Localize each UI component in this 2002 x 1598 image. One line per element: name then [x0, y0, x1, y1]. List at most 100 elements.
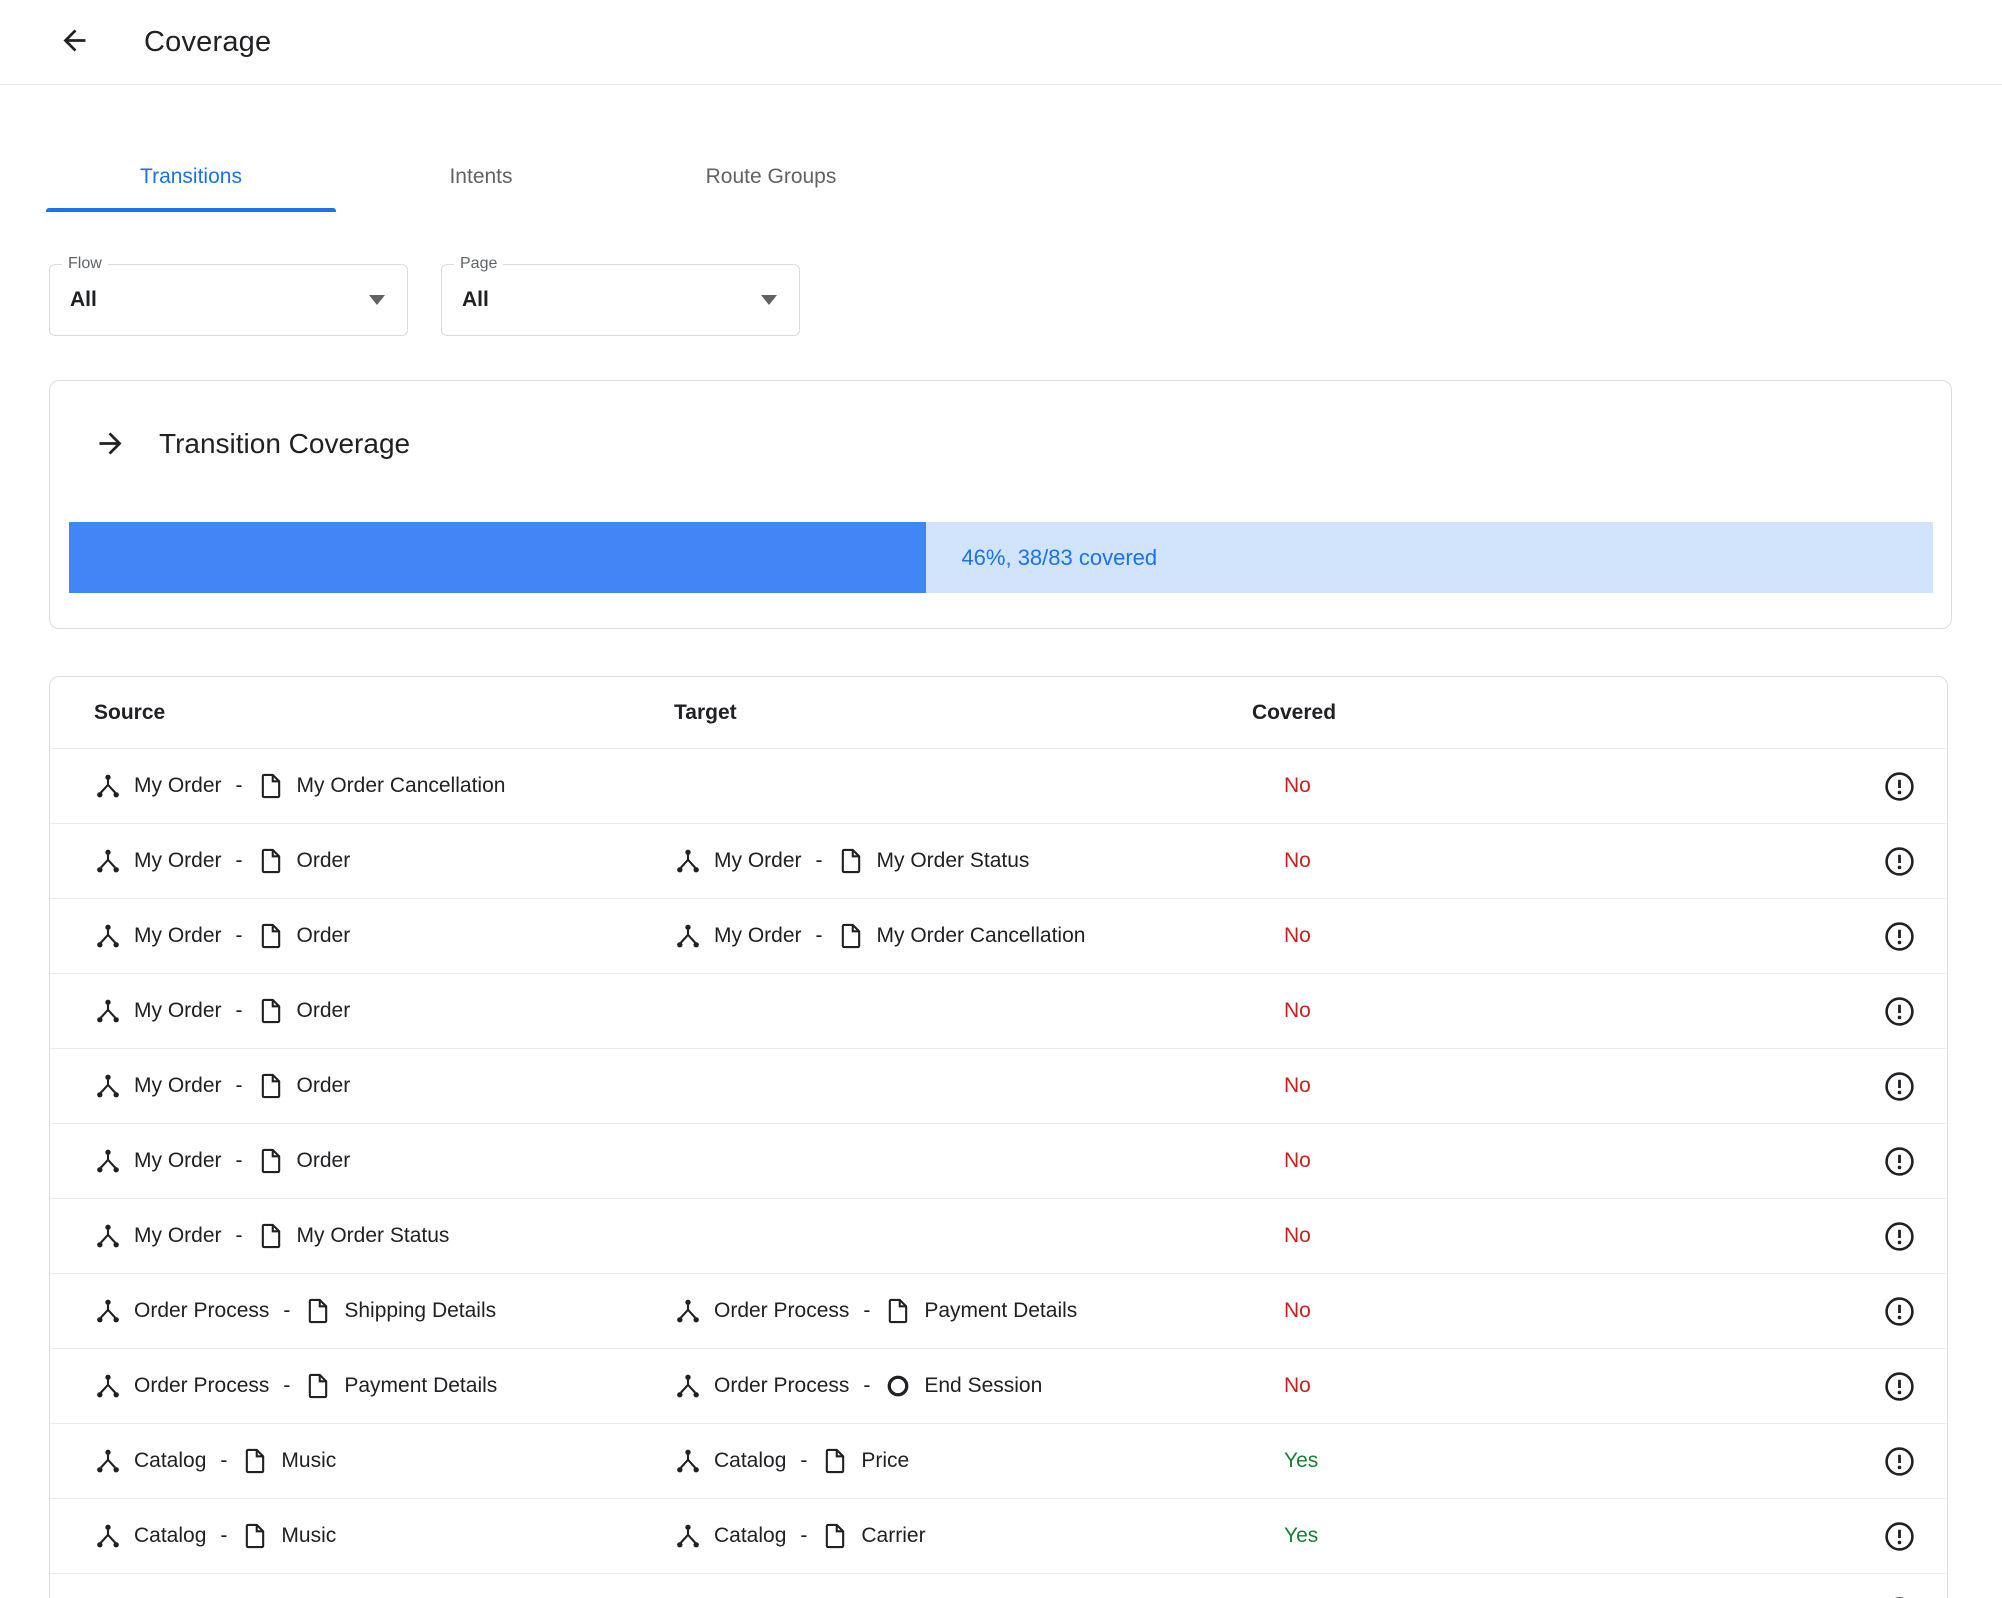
table-row[interactable]: My Order - Order My Order - My [50, 824, 1947, 899]
filter-bar: Flow All Page All [49, 255, 2002, 336]
flow-filter-select[interactable]: Flow All [49, 255, 408, 336]
actions-cell [1852, 1521, 1947, 1552]
chevron-down-icon [761, 295, 777, 305]
target-entity: My Order - My Order Status [674, 847, 1029, 875]
table-row[interactable]: Order Process - Shipping Details Order P… [50, 1274, 1947, 1349]
source-entity: Catalog - Music [94, 1447, 336, 1475]
page-filter-select[interactable]: Page All [441, 255, 800, 336]
covered-status: No [1284, 1149, 1311, 1172]
target-entity: Catalog - Price [674, 1447, 909, 1475]
target-entity: Catalog - Carrier [674, 1522, 926, 1550]
flow-icon [674, 847, 702, 875]
covered-cell: No [1252, 774, 1852, 798]
coverage-progress-bar: 46%, 38/83 covered [69, 522, 1933, 593]
tab-transitions[interactable]: Transitions [46, 141, 336, 212]
covered-cell: No [1252, 999, 1852, 1023]
flow-name: My Order [714, 849, 802, 872]
info-icon[interactable] [1884, 771, 1915, 802]
covered-status: No [1284, 1299, 1311, 1322]
page-icon [837, 922, 865, 950]
table-row[interactable]: My Order - Order No [50, 974, 1947, 1049]
page-icon [837, 847, 865, 875]
flow-name: Catalog [134, 1524, 207, 1547]
flow-icon [94, 1372, 122, 1400]
table-row[interactable]: Order Process - Payment Details Order Pr… [50, 1349, 1947, 1424]
source-cell: My Order - Order [94, 847, 674, 875]
flow-icon [94, 772, 122, 800]
info-icon[interactable] [1884, 1521, 1915, 1552]
tab-intents[interactable]: Intents [336, 141, 626, 212]
page-name: Price [861, 1449, 910, 1472]
page-icon [257, 1147, 285, 1175]
separator: - [235, 999, 243, 1022]
table-row[interactable]: My Order - My Order Cancellation No [50, 749, 1947, 824]
page-name: Music [281, 1449, 337, 1472]
separator: - [235, 774, 243, 797]
table-row[interactable]: Catalog - Confirmation Order Process [50, 1574, 1947, 1598]
page-icon [304, 1297, 332, 1325]
flow-icon [94, 1297, 122, 1325]
info-icon[interactable] [1884, 1371, 1915, 1402]
separator: - [863, 1374, 871, 1397]
page-name: My Order Cancellation [296, 774, 506, 797]
source-cell: Catalog - Music [94, 1522, 674, 1550]
table-row[interactable]: Catalog - Music Catalog - Carrier Yes [50, 1499, 1947, 1574]
source-cell: Catalog - Music [94, 1447, 674, 1475]
table-row[interactable]: My Order - Order My Order - My [50, 899, 1947, 974]
separator: - [800, 1524, 808, 1547]
table-row[interactable]: My Order - Order No [50, 1049, 1947, 1124]
page-icon [257, 997, 285, 1025]
info-icon[interactable] [1884, 1296, 1915, 1327]
covered-cell: No [1252, 1299, 1852, 1323]
separator: - [800, 1449, 808, 1472]
source-entity: Order Process - Payment Details [94, 1372, 497, 1400]
page-icon [257, 922, 285, 950]
covered-status: Yes [1284, 1449, 1319, 1472]
page-icon [304, 1372, 332, 1400]
table-row[interactable]: My Order - Order No [50, 1124, 1947, 1199]
actions-cell [1852, 1146, 1947, 1177]
page-name: Order [296, 1149, 351, 1172]
info-icon[interactable] [1884, 1146, 1915, 1177]
page-icon [257, 1222, 285, 1250]
page-name: Payment Details [344, 1374, 498, 1397]
flow-icon [674, 1447, 702, 1475]
covered-cell: No [1252, 1374, 1852, 1398]
actions-cell [1852, 846, 1947, 877]
page-name: Shipping Details [344, 1299, 497, 1322]
table-row[interactable]: Catalog - Music Catalog - Price Yes [50, 1424, 1947, 1499]
page-filter-value: All [462, 288, 489, 311]
info-icon[interactable] [1884, 1071, 1915, 1102]
info-icon[interactable] [1884, 1221, 1915, 1252]
source-cell: My Order - My Order Cancellation [94, 772, 674, 800]
tab-bar: Transitions Intents Route Groups [46, 141, 2002, 212]
table-row[interactable]: My Order - My Order Status No [50, 1199, 1947, 1274]
covered-status: No [1284, 1074, 1311, 1097]
back-button[interactable] [56, 24, 92, 60]
source-entity: My Order - Order [94, 1147, 350, 1175]
flow-icon [674, 1522, 702, 1550]
info-icon[interactable] [1884, 996, 1915, 1027]
separator: - [235, 1074, 243, 1097]
flow-name: Order Process [134, 1299, 270, 1322]
page-icon [257, 847, 285, 875]
target-cell: Order Process - End Session [674, 1372, 1252, 1400]
info-icon[interactable] [1884, 921, 1915, 952]
page-icon [257, 772, 285, 800]
page-icon [241, 1522, 269, 1550]
flow-icon [674, 1372, 702, 1400]
info-icon[interactable] [1884, 1446, 1915, 1477]
covered-status: No [1284, 999, 1311, 1022]
actions-cell [1852, 1446, 1947, 1477]
flow-icon [94, 922, 122, 950]
covered-cell: Yes [1252, 1524, 1852, 1548]
source-cell: Order Process - Shipping Details [94, 1297, 674, 1325]
progress-fill [69, 522, 927, 593]
flow-name: My Order [134, 1224, 222, 1247]
info-icon[interactable] [1884, 846, 1915, 877]
tab-route-groups[interactable]: Route Groups [626, 141, 916, 212]
flow-name: My Order [134, 1074, 222, 1097]
actions-cell [1852, 771, 1947, 802]
flow-name: Catalog [714, 1524, 787, 1547]
flow-filter-value: All [70, 288, 97, 311]
